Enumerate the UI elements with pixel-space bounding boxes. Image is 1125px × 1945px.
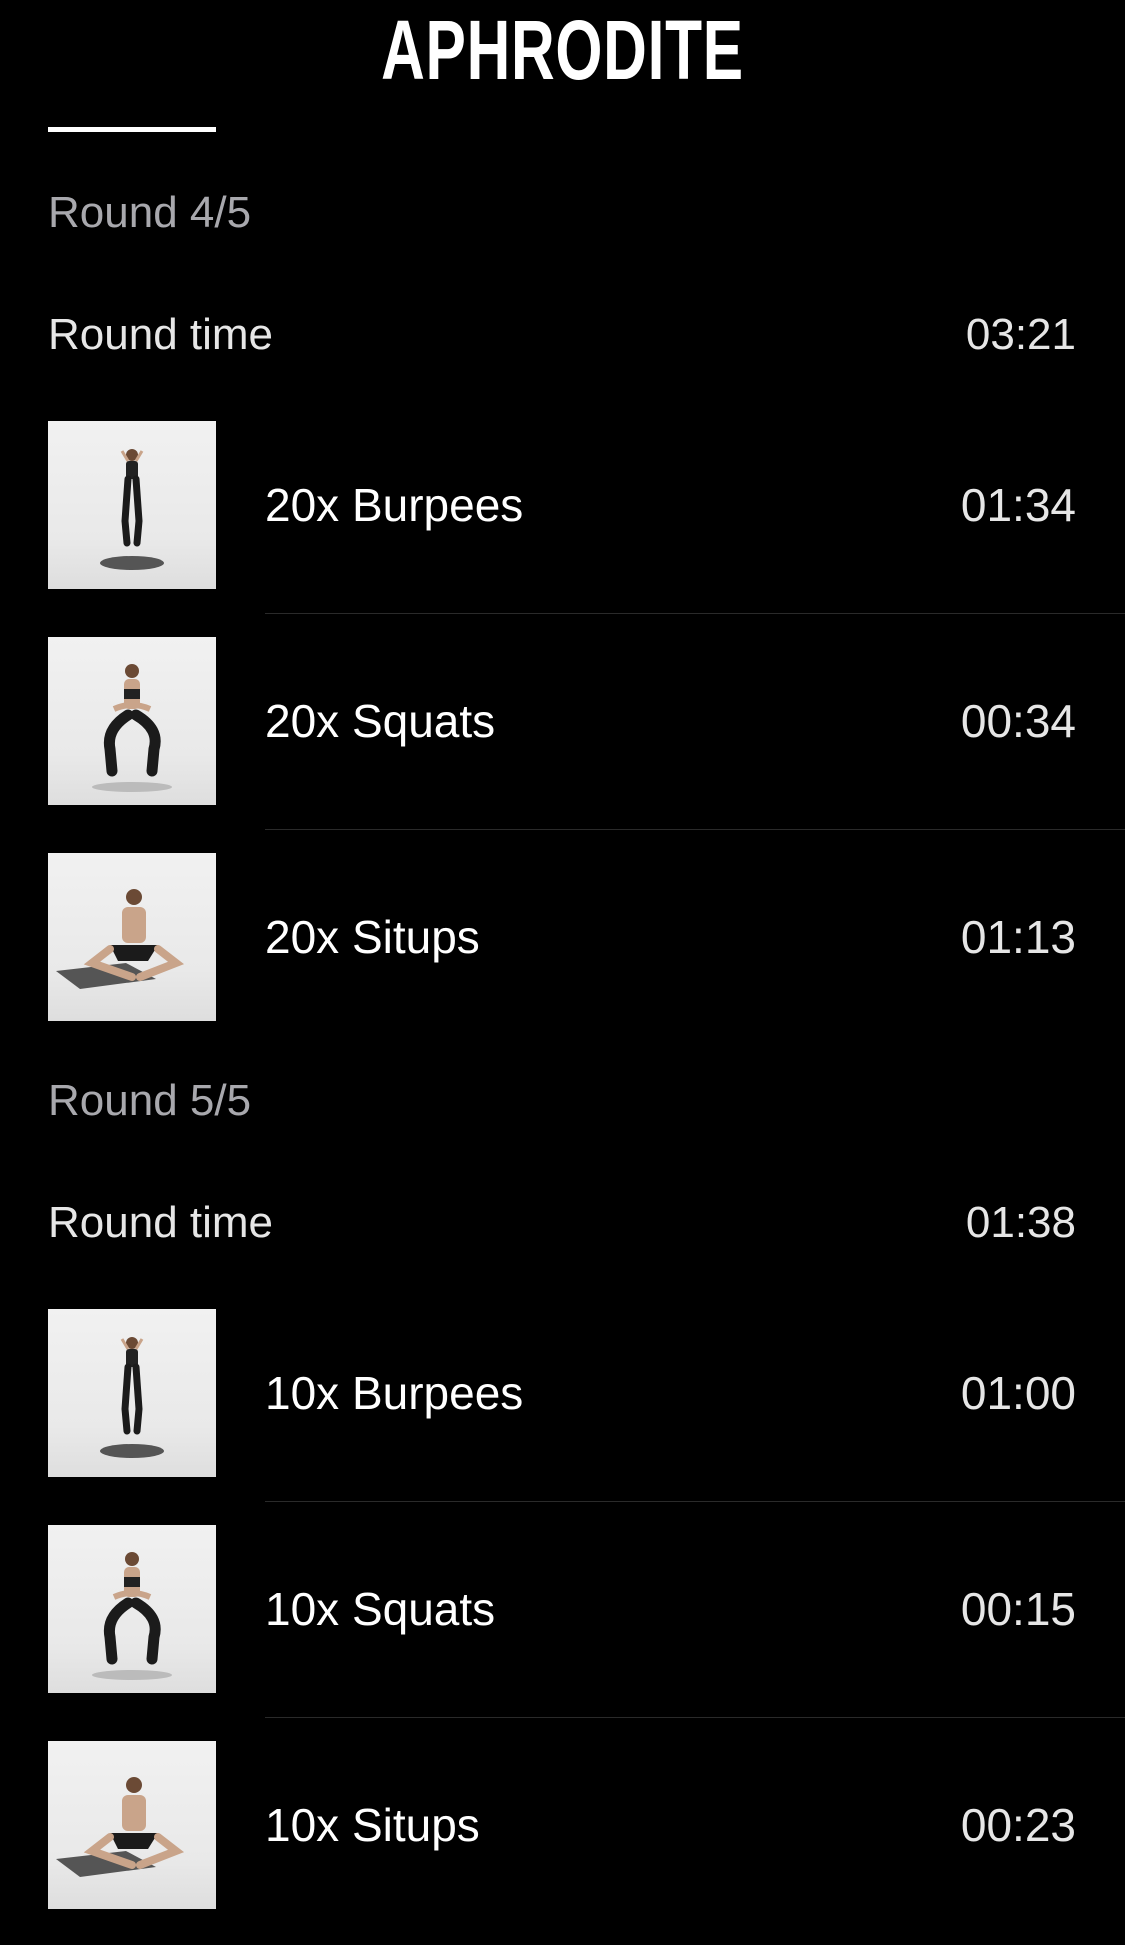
round-time-label: Round time — [48, 1198, 274, 1247]
situp-pose-icon — [48, 1741, 216, 1909]
situp-pose-icon — [48, 853, 216, 1021]
page-title: APHRODITE — [381, 3, 744, 97]
exercise-name: 20x Situps — [265, 911, 480, 963]
round-time-value: 03:21 — [965, 310, 1076, 359]
exercise-row[interactable]: 20x Burpees 01:34 — [48, 421, 1125, 637]
row-divider — [265, 1717, 1125, 1718]
exercise-time: 01:00 — [960, 1367, 1076, 1419]
exercise-row[interactable]: 10x Situps 00:23 — [48, 1741, 1125, 1945]
round-heading: Round 4/5 — [48, 188, 252, 237]
exercise-time: 00:15 — [960, 1583, 1076, 1635]
round-time-label: Round time — [48, 310, 274, 359]
exercise-time: 01:34 — [960, 479, 1076, 531]
tab-indicator — [48, 127, 216, 132]
exercise-name: 10x Situps — [265, 1799, 480, 1851]
exercise-row[interactable]: 20x Situps 01:13 — [48, 853, 1125, 1069]
exercise-row[interactable]: 10x Burpees 01:00 — [48, 1309, 1125, 1525]
exercise-name: 10x Squats — [265, 1583, 496, 1635]
row-divider — [265, 829, 1125, 830]
exercise-name: 10x Burpees — [265, 1367, 524, 1419]
squat-pose-icon — [48, 1525, 216, 1693]
round-time-row: Round time 03:21 — [48, 310, 1076, 360]
exercise-name: 20x Squats — [265, 695, 496, 747]
round-heading: Round 5/5 — [48, 1076, 252, 1125]
burpee-pose-icon — [48, 1309, 216, 1477]
burpee-pose-icon — [48, 421, 216, 589]
exercise-time: 01:13 — [960, 911, 1076, 963]
exercise-name: 20x Burpees — [265, 479, 524, 531]
round-time-value: 01:38 — [965, 1198, 1076, 1247]
exercise-time: 00:23 — [960, 1799, 1076, 1851]
squat-pose-icon — [48, 637, 216, 805]
exercise-time: 00:34 — [960, 695, 1076, 747]
round-time-row: Round time 01:38 — [48, 1198, 1076, 1248]
exercise-row[interactable]: 20x Squats 00:34 — [48, 637, 1125, 853]
row-divider — [265, 613, 1125, 614]
row-divider — [265, 1501, 1125, 1502]
workout-summary-screen: APHRODITE Round 4/5 Round time 03:21 20x… — [0, 0, 1125, 1945]
exercise-row[interactable]: 10x Squats 00:15 — [48, 1525, 1125, 1741]
